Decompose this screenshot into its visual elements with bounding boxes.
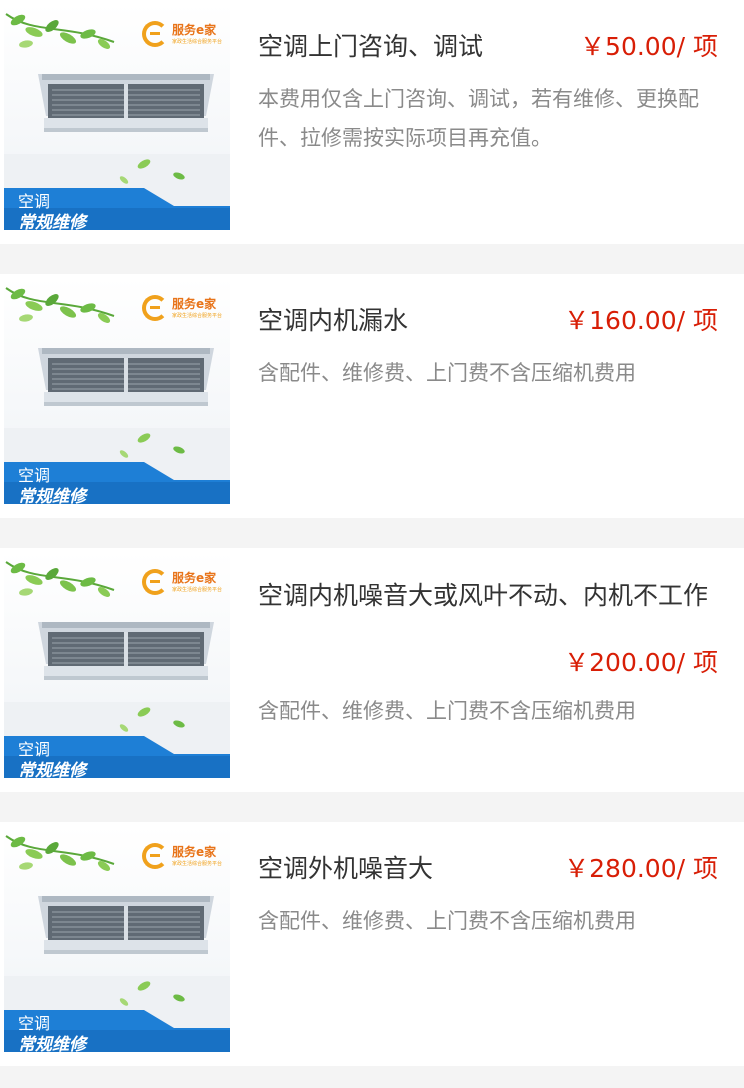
vine-leaves-decoration: [5, 835, 115, 871]
brand-subtitle: 家政生活综合服务平台: [172, 313, 223, 319]
brand-e-icon: [142, 569, 168, 595]
brand-e-icon: [142, 295, 168, 321]
air-conditioner-unit: [38, 896, 214, 954]
brand-name: 服务e家: [172, 845, 217, 859]
brand-subtitle: 家政生活综合服务平台: [172, 861, 223, 867]
service-description: 含配件、维修费、上门费不含压缩机费用: [258, 361, 636, 385]
thumbnail-banner: 空调 常规维修: [4, 462, 230, 504]
air-conditioner-unit: [38, 74, 214, 132]
brand-name: 服务e家: [172, 571, 217, 585]
banner-service-type: 常规维修: [18, 1035, 86, 1052]
service-title[interactable]: 空调内机漏水: [258, 302, 408, 340]
service-price: ￥200.00/ 项: [564, 648, 718, 677]
brand-logo: 服务e家 家政生活综合服务平台: [142, 291, 228, 331]
brand-logo: 服务e家 家政生活综合服务平台: [142, 565, 228, 605]
brand-name: 服务e家: [172, 23, 217, 37]
service-item[interactable]: 服务e家 家政生活综合服务平台 空调 常规维修 空调内机漏水 ￥160.00/ …: [0, 274, 744, 518]
banner-service-type: 常规维修: [18, 213, 86, 230]
banner-service-type: 常规维修: [18, 761, 86, 778]
service-title[interactable]: 空调外机噪音大: [258, 850, 433, 888]
service-description: 含配件、维修费、上门费不含压缩机费用: [258, 699, 636, 723]
service-thumbnail[interactable]: 服务e家 家政生活综合服务平台 空调 常规维修: [4, 826, 230, 1052]
thumbnail-banner: 空调 常规维修: [4, 736, 230, 778]
air-conditioner-unit: [38, 348, 214, 406]
brand-subtitle: 家政生活综合服务平台: [172, 39, 223, 45]
service-description: 本费用仅含上门咨询、调试，若有维修、更换配件、拉修需按实际项目再充值。: [258, 87, 699, 150]
thumbnail-banner: 空调 常规维修: [4, 1010, 230, 1052]
service-description: 含配件、维修费、上门费不含压缩机费用: [258, 909, 636, 933]
service-list-page: 服务e家 家政生活综合服务平台 空调 常规维修 空调上门咨询、调试 ￥50.00…: [0, 0, 744, 1088]
service-price: ￥50.00/ 项: [580, 32, 718, 61]
service-title[interactable]: 空调内机噪音大或风叶不动、内机不工作: [258, 562, 740, 630]
brand-e-icon: [142, 843, 168, 869]
brand-e-icon: [142, 21, 168, 47]
service-price: ￥280.00/ 项: [564, 854, 718, 883]
brand-subtitle: 家政生活综合服务平台: [172, 587, 223, 593]
service-title[interactable]: 空调上门咨询、调试: [258, 28, 483, 66]
service-thumbnail[interactable]: 服务e家 家政生活综合服务平台 空调 常规维修: [4, 4, 230, 230]
brand-logo: 服务e家 家政生活综合服务平台: [142, 839, 228, 879]
service-thumbnail[interactable]: 服务e家 家政生活综合服务平台 空调 常规维修: [4, 278, 230, 504]
thumbnail-banner: 空调 常规维修: [4, 188, 230, 230]
air-conditioner-unit: [38, 622, 214, 680]
service-item[interactable]: 服务e家 家政生活综合服务平台 空调 常规维修 空调内机噪音大或风叶不动、内机不…: [0, 548, 744, 792]
service-thumbnail[interactable]: 服务e家 家政生活综合服务平台 空调 常规维修: [4, 552, 230, 778]
brand-name: 服务e家: [172, 297, 217, 311]
vine-leaves-decoration: [5, 287, 115, 323]
service-item[interactable]: 服务e家 家政生活综合服务平台 空调 常规维修 空调上门咨询、调试 ￥50.00…: [0, 0, 744, 244]
service-price: ￥160.00/ 项: [564, 306, 718, 335]
vine-leaves-decoration: [5, 13, 115, 49]
service-item[interactable]: 服务e家 家政生活综合服务平台 空调 常规维修 空调外机噪音大 ￥280.00/…: [0, 822, 744, 1066]
brand-logo: 服务e家 家政生活综合服务平台: [142, 17, 228, 57]
vine-leaves-decoration: [5, 561, 115, 597]
banner-service-type: 常规维修: [18, 487, 86, 504]
